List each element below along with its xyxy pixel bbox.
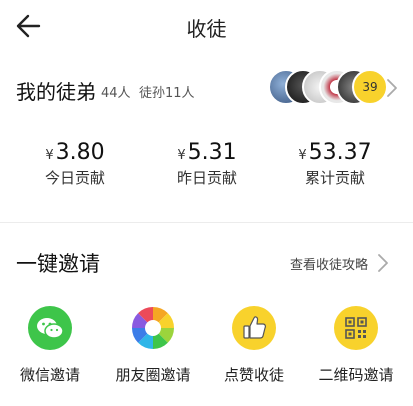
disciple-count: 44人 bbox=[101, 86, 131, 101]
thumbs-up-icon bbox=[232, 306, 276, 350]
section-divider bbox=[0, 222, 413, 223]
stat-total: ¥53.37 累计贡献 bbox=[266, 140, 404, 188]
action-label: 朋友圈邀请 bbox=[115, 366, 191, 384]
invite-header: 一键邀请 查看收徒攻略 bbox=[0, 240, 413, 286]
stat-value: 5.31 bbox=[187, 140, 237, 165]
like-invite-button[interactable]: 点赞收徒 bbox=[204, 306, 304, 385]
action-label: 微信邀请 bbox=[19, 366, 80, 384]
qrcode-invite-button[interactable]: 二维码邀请 bbox=[306, 306, 406, 385]
stat-label: 今日贡献 bbox=[44, 169, 105, 187]
action-label: 二维码邀请 bbox=[318, 366, 394, 384]
more-avatars-badge: 39 bbox=[352, 69, 388, 105]
my-disciples-row[interactable]: 我的徒弟 44人 徒孙11人 39 bbox=[0, 60, 413, 118]
stat-value: 53.37 bbox=[308, 140, 372, 165]
invite-title: 一键邀请 bbox=[16, 252, 100, 276]
stat-label: 昨日贡献 bbox=[176, 169, 237, 187]
qr-code-icon bbox=[334, 306, 378, 350]
page-title: 收徒 bbox=[186, 17, 227, 41]
disciples-label: 我的徒弟 bbox=[16, 80, 96, 104]
action-label: 点赞收徒 bbox=[223, 366, 284, 384]
wechat-invite-button[interactable]: 微信邀请 bbox=[0, 306, 100, 385]
currency-symbol: ¥ bbox=[45, 148, 54, 163]
avatar-stack[interactable]: 39 bbox=[268, 69, 388, 105]
top-bar: 收徒 bbox=[0, 0, 413, 52]
stat-value: 3.80 bbox=[55, 140, 105, 165]
guide-link[interactable]: 查看收徒攻略 bbox=[290, 254, 368, 273]
chevron-right-icon[interactable] bbox=[385, 77, 399, 99]
grand-disciple-count: 徒孙11人 bbox=[139, 86, 195, 101]
moments-icon bbox=[131, 306, 175, 350]
stat-label: 累计贡献 bbox=[304, 169, 365, 187]
wechat-icon bbox=[28, 306, 72, 350]
currency-symbol: ¥ bbox=[298, 148, 307, 163]
invite-actions: 微信邀请 朋友圈邀请 点赞收徒 二维码邀请 bbox=[0, 306, 413, 396]
stat-today: ¥3.80 今日贡献 bbox=[6, 140, 144, 188]
stat-yesterday: ¥5.31 昨日贡献 bbox=[138, 140, 276, 188]
chevron-right-icon[interactable] bbox=[376, 252, 390, 274]
contribution-stats: ¥3.80 今日贡献 ¥5.31 昨日贡献 ¥53.37 累计贡献 bbox=[0, 140, 413, 210]
currency-symbol: ¥ bbox=[177, 148, 186, 163]
moments-invite-button[interactable]: 朋友圈邀请 bbox=[103, 306, 203, 385]
